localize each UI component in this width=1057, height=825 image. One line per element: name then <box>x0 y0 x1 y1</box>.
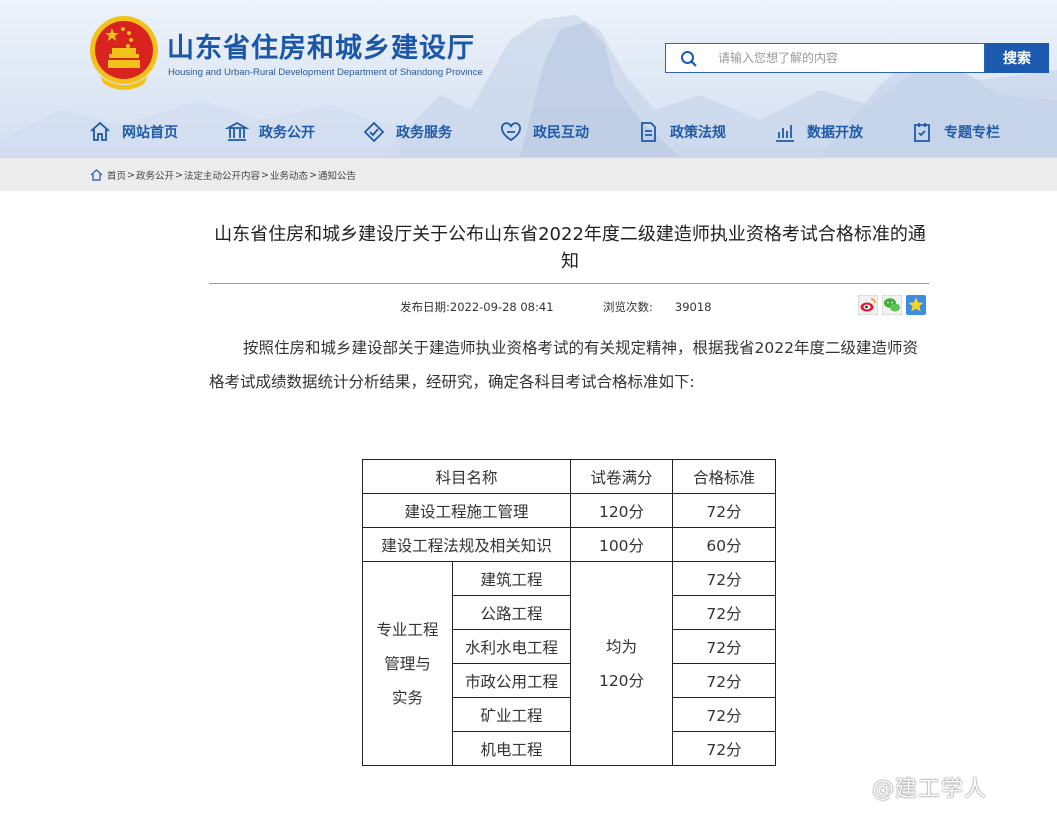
search-icon[interactable] <box>680 50 698 68</box>
national-emblem-logo <box>90 16 158 90</box>
subject-cell: 水利水电工程 <box>452 629 571 664</box>
pass-standard-cell: 72分 <box>672 697 776 732</box>
site-header: 山东省住房和城乡建设厅 Housing and Urban-Rural Deve… <box>0 0 1057 157</box>
nav-item-open-data[interactable]: 数据开放 <box>773 115 863 149</box>
breadcrumb-bar: 首页 > 政务公开 > 法定主动公开内容 > 业务动态 > 通知公告 <box>0 157 1057 191</box>
nav-item-home[interactable]: 网站首页 <box>88 115 178 149</box>
data-chart-icon <box>776 125 794 142</box>
header-full-score: 试卷满分 <box>570 459 673 494</box>
subject-cell: 市政公用工程 <box>452 663 571 698</box>
group-full-score-cell: 均为 120分 <box>570 561 673 766</box>
pass-standard-cell: 72分 <box>672 731 776 766</box>
interaction-icon <box>501 122 521 142</box>
nav-item-topics[interactable]: 专题专栏 <box>910 115 1000 149</box>
breadcrumb: 首页 > 政务公开 > 法定主动公开内容 > 业务动态 > 通知公告 <box>90 168 356 182</box>
full-score-cell: 100分 <box>570 527 673 562</box>
subject-cell: 建筑工程 <box>452 561 571 596</box>
group-label-line: 专业工程 <box>376 620 439 639</box>
table-row: 建设工程法规及相关知识 100分 60分 <box>362 527 776 562</box>
breadcrumb-link-home[interactable]: 首页 <box>107 168 126 182</box>
nav-item-gov-service[interactable]: 政务服务 <box>362 115 452 149</box>
subject-cell: 矿业工程 <box>452 697 571 732</box>
nav-label: 网站首页 <box>122 125 178 141</box>
pass-standard-cell: 72分 <box>672 595 776 630</box>
search-box <box>665 43 985 73</box>
home-icon <box>90 169 103 181</box>
nav-item-gov-affairs[interactable]: 政务公开 <box>225 115 315 149</box>
publish-date-label: 发布日期: <box>400 300 450 314</box>
pass-standard-cell: 72分 <box>672 663 776 698</box>
header-pass-standard: 合格标准 <box>672 459 776 494</box>
view-count-label: 浏览次数: <box>603 300 653 314</box>
main-nav: 网站首页 政务公开 政务服务 政民互动 政策法规 数据开放 专题专栏 <box>0 115 1057 149</box>
pass-standard-cell: 60分 <box>672 527 776 562</box>
view-count: 浏览次数: 39018 <box>603 299 711 315</box>
favorite-star-icon[interactable] <box>906 295 926 315</box>
group-full-score-line: 120分 <box>598 671 645 690</box>
pass-standard-cell: 72分 <box>672 561 776 596</box>
subject-cell: 建设工程施工管理 <box>362 493 571 528</box>
subject-cell: 机电工程 <box>452 731 571 766</box>
site-subtitle: Housing and Urban-Rural Development Depa… <box>168 67 483 78</box>
subject-cell: 公路工程 <box>452 595 571 630</box>
breadcrumb-link-business-news[interactable]: 业务动态 <box>270 168 308 182</box>
pass-standard-cell: 72分 <box>672 629 776 664</box>
view-count-value: 39018 <box>674 300 712 314</box>
article-title: 山东省住房和城乡建设厅关于公布山东省2022年度二级建造师执业资格考试合格标准的… <box>214 224 926 272</box>
breadcrumb-link-notices[interactable]: 通知公告 <box>318 168 356 182</box>
publish-date-value: 2022-09-28 08:41 <box>449 300 554 314</box>
home-icon <box>90 121 110 141</box>
nav-item-interaction[interactable]: 政民互动 <box>499 115 589 149</box>
policy-document-icon <box>641 122 656 142</box>
publish-date: 发布日期:2022-09-28 08:41 <box>400 299 554 315</box>
topic-column-icon <box>914 123 930 142</box>
table-row: 专业工程 管理与 实务 建筑工程 均为 120分 72分 <box>362 561 776 766</box>
search-button[interactable]: 搜索 <box>985 43 1049 73</box>
subject-cell: 建设工程法规及相关知识 <box>362 527 571 562</box>
group-label-line: 实务 <box>391 688 423 707</box>
government-building-icon <box>225 121 249 141</box>
table-header-row: 科目名称 试卷满分 合格标准 <box>362 459 776 494</box>
nav-item-policy[interactable]: 政策法规 <box>636 115 726 149</box>
passing-standard-table: 科目名称 试卷满分 合格标准 建设工程施工管理 120分 72分 建设工程法规及… <box>362 459 776 766</box>
site-title[interactable]: 山东省住房和城乡建设厅 <box>167 26 475 65</box>
nav-label: 政务服务 <box>396 125 452 141</box>
group-label-line: 管理与 <box>384 654 431 673</box>
nav-label: 政民互动 <box>533 125 589 141</box>
nav-label: 专题专栏 <box>944 125 1000 141</box>
breadcrumb-link-statutory-disclosure[interactable]: 法定主动公开内容 <box>184 168 260 182</box>
group-label-cell: 专业工程 管理与 实务 <box>362 561 453 766</box>
nav-label: 数据开放 <box>807 125 863 141</box>
breadcrumb-link-gov-affairs[interactable]: 政务公开 <box>136 168 174 182</box>
handshake-icon <box>363 121 385 143</box>
article-body: 按照住房和城乡建设部关于建造师执业资格考试的有关规定精神，根据我省2022年度二… <box>209 339 918 391</box>
nav-label: 政策法规 <box>670 125 726 141</box>
weibo-icon[interactable] <box>858 295 878 315</box>
header-subject: 科目名称 <box>362 459 571 494</box>
wechat-icon[interactable] <box>882 295 902 315</box>
watermark: @建工学人 <box>872 777 988 802</box>
nav-label: 政务公开 <box>259 125 315 141</box>
pass-standard-cell: 72分 <box>672 493 776 528</box>
title-divider <box>209 283 929 284</box>
group-full-score-line: 均为 <box>605 637 637 656</box>
full-score-cell: 120分 <box>570 493 673 528</box>
table-row: 建设工程施工管理 120分 72分 <box>362 493 776 528</box>
search-input[interactable] <box>718 48 973 68</box>
